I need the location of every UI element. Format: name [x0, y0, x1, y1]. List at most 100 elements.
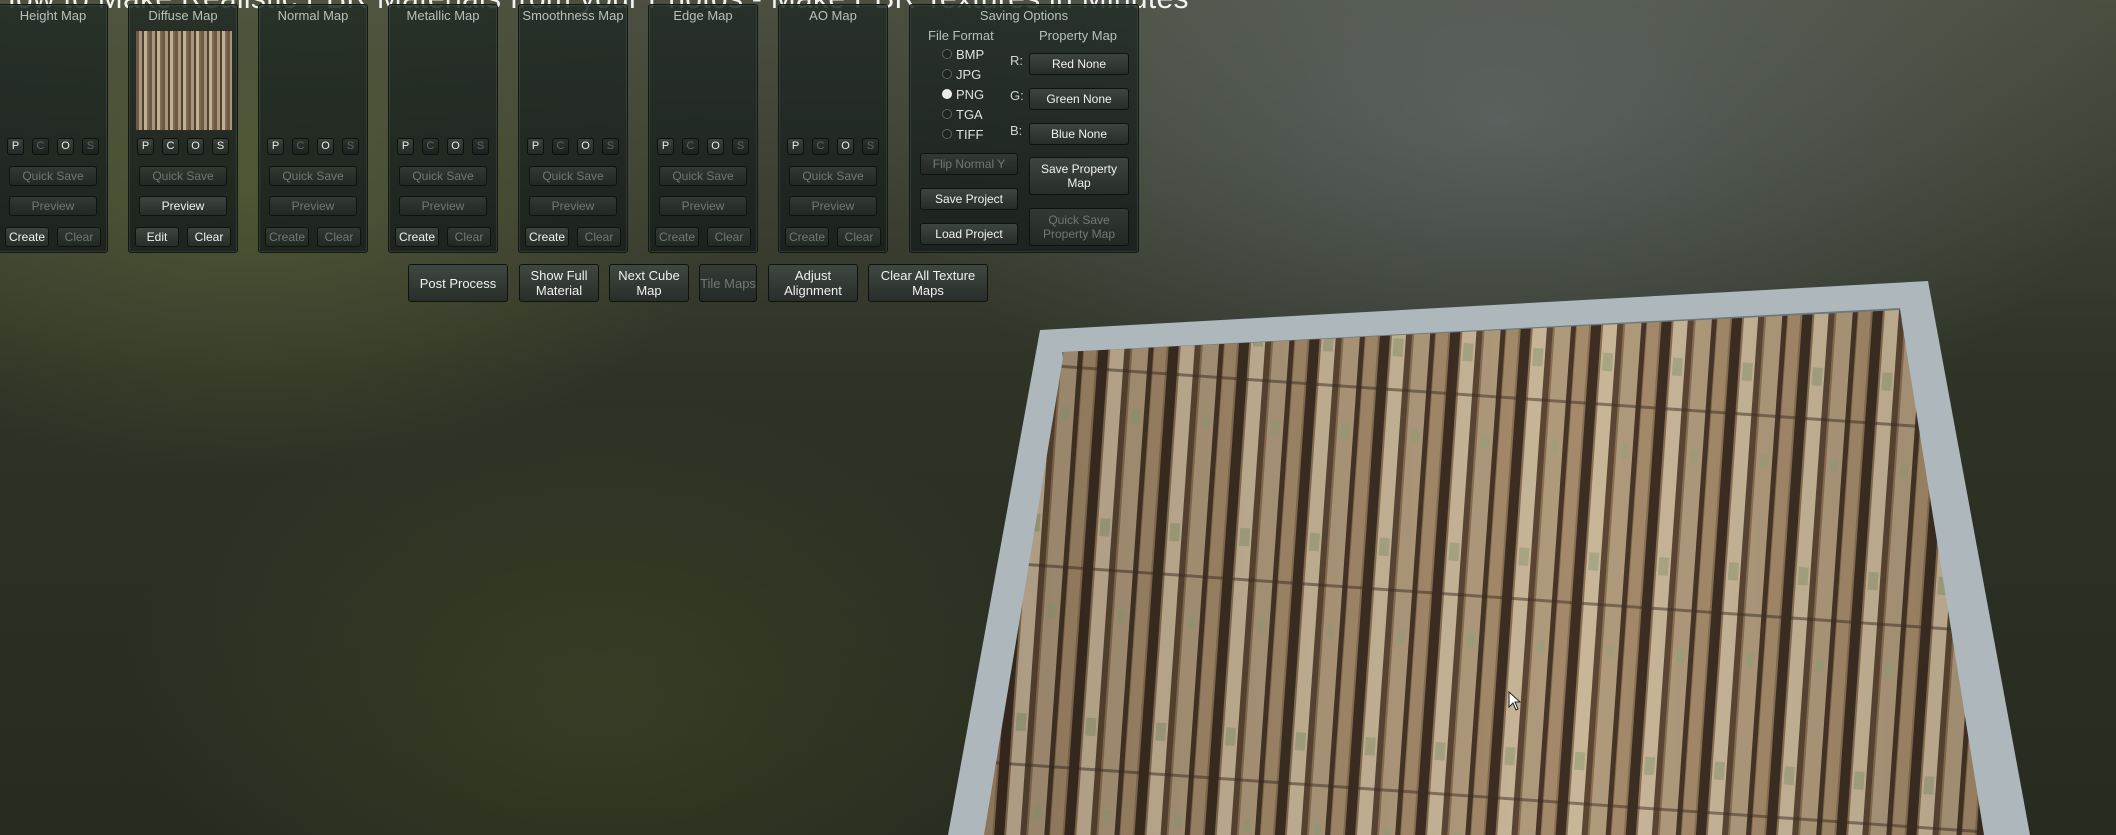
diffuse-map-toggle-p[interactable]: P	[137, 138, 154, 155]
smoothness-map-quick-save-button[interactable]: Quick Save	[529, 166, 617, 186]
format-option-bmp[interactable]: BMP	[942, 46, 984, 62]
radio-png[interactable]	[942, 89, 952, 99]
ao-map-toggle-c[interactable]: C	[812, 138, 829, 155]
clear-all-texture-maps-button[interactable]: Clear All Texture Maps	[868, 264, 988, 302]
smoothness-map-toggle-s[interactable]: S	[602, 138, 619, 155]
adjust-alignment-button[interactable]: Adjust Alignment	[768, 264, 858, 302]
diffuse-map-toggle-s[interactable]: S	[212, 138, 229, 155]
edge-map-channel-toggles: PCOS	[657, 138, 749, 156]
edge-map-toggle-s[interactable]: S	[732, 138, 749, 155]
metallic-map-preview-button[interactable]: Preview	[399, 196, 487, 216]
ao-map-title: AO Map	[809, 8, 857, 23]
red-channel-button[interactable]: Red None	[1029, 53, 1129, 75]
radio-bmp[interactable]	[942, 49, 952, 59]
saving-options-title: Saving Options	[979, 8, 1069, 23]
height-map-clear-button[interactable]: Clear	[57, 227, 101, 247]
format-option-jpg[interactable]: JPG	[942, 66, 981, 82]
metallic-map-toggle-p[interactable]: P	[397, 138, 414, 155]
height-map-toggle-s[interactable]: S	[82, 138, 99, 155]
red-channel-label: R:	[1010, 53, 1023, 68]
edge-map-clear-button[interactable]: Clear	[707, 227, 751, 247]
height-map-panel: Height Map P C O S Quick Save Preview Create Cle…	[0, 4, 108, 253]
height-map-create-button[interactable]: Create	[5, 227, 49, 247]
blue-channel-label: B:	[1010, 123, 1023, 138]
tile-maps-button[interactable]: Tile Maps	[699, 264, 757, 302]
height-map-toggle-p[interactable]: P	[7, 138, 24, 155]
property-map-label: Property Map	[1039, 28, 1118, 43]
diffuse-map-thumbnail[interactable]	[135, 30, 233, 131]
metallic-map-title: Metallic Map	[406, 8, 480, 23]
normal-map-preview-button[interactable]: Preview	[269, 196, 357, 216]
format-option-png[interactable]: PNG	[942, 86, 984, 102]
diffuse-map-clear-button[interactable]: Clear	[187, 227, 231, 247]
diffuse-map-title: Diffuse Map	[148, 8, 218, 23]
diffuse-map-toggle-c[interactable]: C	[162, 138, 179, 155]
height-map-toggle-c[interactable]: C	[32, 138, 49, 155]
smoothness-map-toggle-o[interactable]: O	[577, 138, 594, 155]
ao-map-clear-button[interactable]: Clear	[837, 227, 881, 247]
smoothness-map-title: Smoothness Map	[522, 8, 624, 23]
normal-map-create-button[interactable]: Create	[265, 227, 309, 247]
radio-tiff[interactable]	[942, 129, 952, 139]
edge-map-preview-button[interactable]: Preview	[659, 196, 747, 216]
normal-map-toggle-s[interactable]: S	[342, 138, 359, 155]
metallic-map-toggle-o[interactable]: O	[447, 138, 464, 155]
smoothness-map-create-button[interactable]: Create	[525, 227, 569, 247]
height-map-quick-save-button[interactable]: Quick Save	[9, 166, 97, 186]
smoothness-map-clear-button[interactable]: Clear	[577, 227, 621, 247]
next-cube-map-button[interactable]: Next Cube Map	[609, 264, 689, 302]
normal-map-toggle-o[interactable]: O	[317, 138, 334, 155]
smoothness-map-preview-button[interactable]: Preview	[529, 196, 617, 216]
ao-map-quick-save-button[interactable]: Quick Save	[789, 166, 877, 186]
ao-map-toggle-o[interactable]: O	[837, 138, 854, 155]
green-channel-button[interactable]: Green None	[1029, 88, 1129, 110]
normal-map-toggle-c[interactable]: C	[292, 138, 309, 155]
file-format-label: File Format	[928, 28, 994, 43]
ao-map-preview-button[interactable]: Preview	[789, 196, 877, 216]
metallic-map-toggle-c[interactable]: C	[422, 138, 439, 155]
flip-normal-y-button[interactable]: Flip Normal Y	[920, 153, 1018, 175]
metallic-map-quick-save-button[interactable]: Quick Save	[399, 166, 487, 186]
show-full-material-button[interactable]: Show Full Material	[519, 264, 599, 302]
blue-channel-button[interactable]: Blue None	[1029, 123, 1129, 145]
normal-map-title: Normal Map	[277, 8, 349, 23]
height-map-preview-button[interactable]: Preview	[9, 196, 97, 216]
save-property-map-button[interactable]: Save Property Map	[1029, 157, 1129, 195]
normal-map-toggle-p[interactable]: P	[267, 138, 284, 155]
quick-save-property-map-button[interactable]: Quick Save Property Map	[1029, 208, 1129, 246]
diffuse-map-toggle-o[interactable]: O	[187, 138, 204, 155]
ao-map-toggle-s[interactable]: S	[862, 138, 879, 155]
diffuse-map-edit-button[interactable]: Edit	[135, 227, 179, 247]
diffuse-map-quick-save-button[interactable]: Quick Save	[139, 166, 227, 186]
radio-jpg[interactable]	[942, 69, 952, 79]
normal-map-quick-save-button[interactable]: Quick Save	[269, 166, 357, 186]
metallic-map-clear-button[interactable]: Clear	[447, 227, 491, 247]
diffuse-map-panel: Diffuse Map P C O S Quick Save Preview Edit Clea…	[128, 4, 238, 253]
save-project-button[interactable]: Save Project	[920, 188, 1018, 210]
preview-frame	[948, 281, 2030, 835]
edge-map-toggle-c[interactable]: C	[682, 138, 699, 155]
radio-tga[interactable]	[942, 109, 952, 119]
smoothness-map-channel-toggles: PCOS	[527, 138, 619, 156]
edge-map-toggle-o[interactable]: O	[707, 138, 724, 155]
metallic-map-toggle-s[interactable]: S	[472, 138, 489, 155]
ao-map-create-button[interactable]: Create	[785, 227, 829, 247]
height-map-toggle-o[interactable]: O	[57, 138, 74, 155]
edge-map-toggle-p[interactable]: P	[657, 138, 674, 155]
edge-map-title: Edge Map	[673, 8, 733, 23]
smoothness-map-toggle-c[interactable]: C	[552, 138, 569, 155]
format-option-tga[interactable]: TGA	[942, 106, 983, 122]
format-label-bmp: BMP	[956, 46, 985, 62]
edge-map-quick-save-button[interactable]: Quick Save	[659, 166, 747, 186]
edge-map-create-button[interactable]: Create	[655, 227, 699, 247]
normal-map-clear-button[interactable]: Clear	[317, 227, 361, 247]
post-process-button[interactable]: Post Process	[408, 264, 508, 302]
metallic-map-panel: Metallic Map P C O S Quick Save Preview Create C…	[388, 4, 498, 253]
normal-map-panel: Normal Map P C O S Quick Save Preview Create Cle…	[258, 4, 368, 253]
format-option-tiff[interactable]: TIFF	[942, 126, 983, 142]
load-project-button[interactable]: Load Project	[920, 223, 1018, 245]
ao-map-toggle-p[interactable]: P	[787, 138, 804, 155]
smoothness-map-toggle-p[interactable]: P	[527, 138, 544, 155]
diffuse-map-preview-button[interactable]: Preview	[139, 196, 227, 216]
metallic-map-create-button[interactable]: Create	[395, 227, 439, 247]
